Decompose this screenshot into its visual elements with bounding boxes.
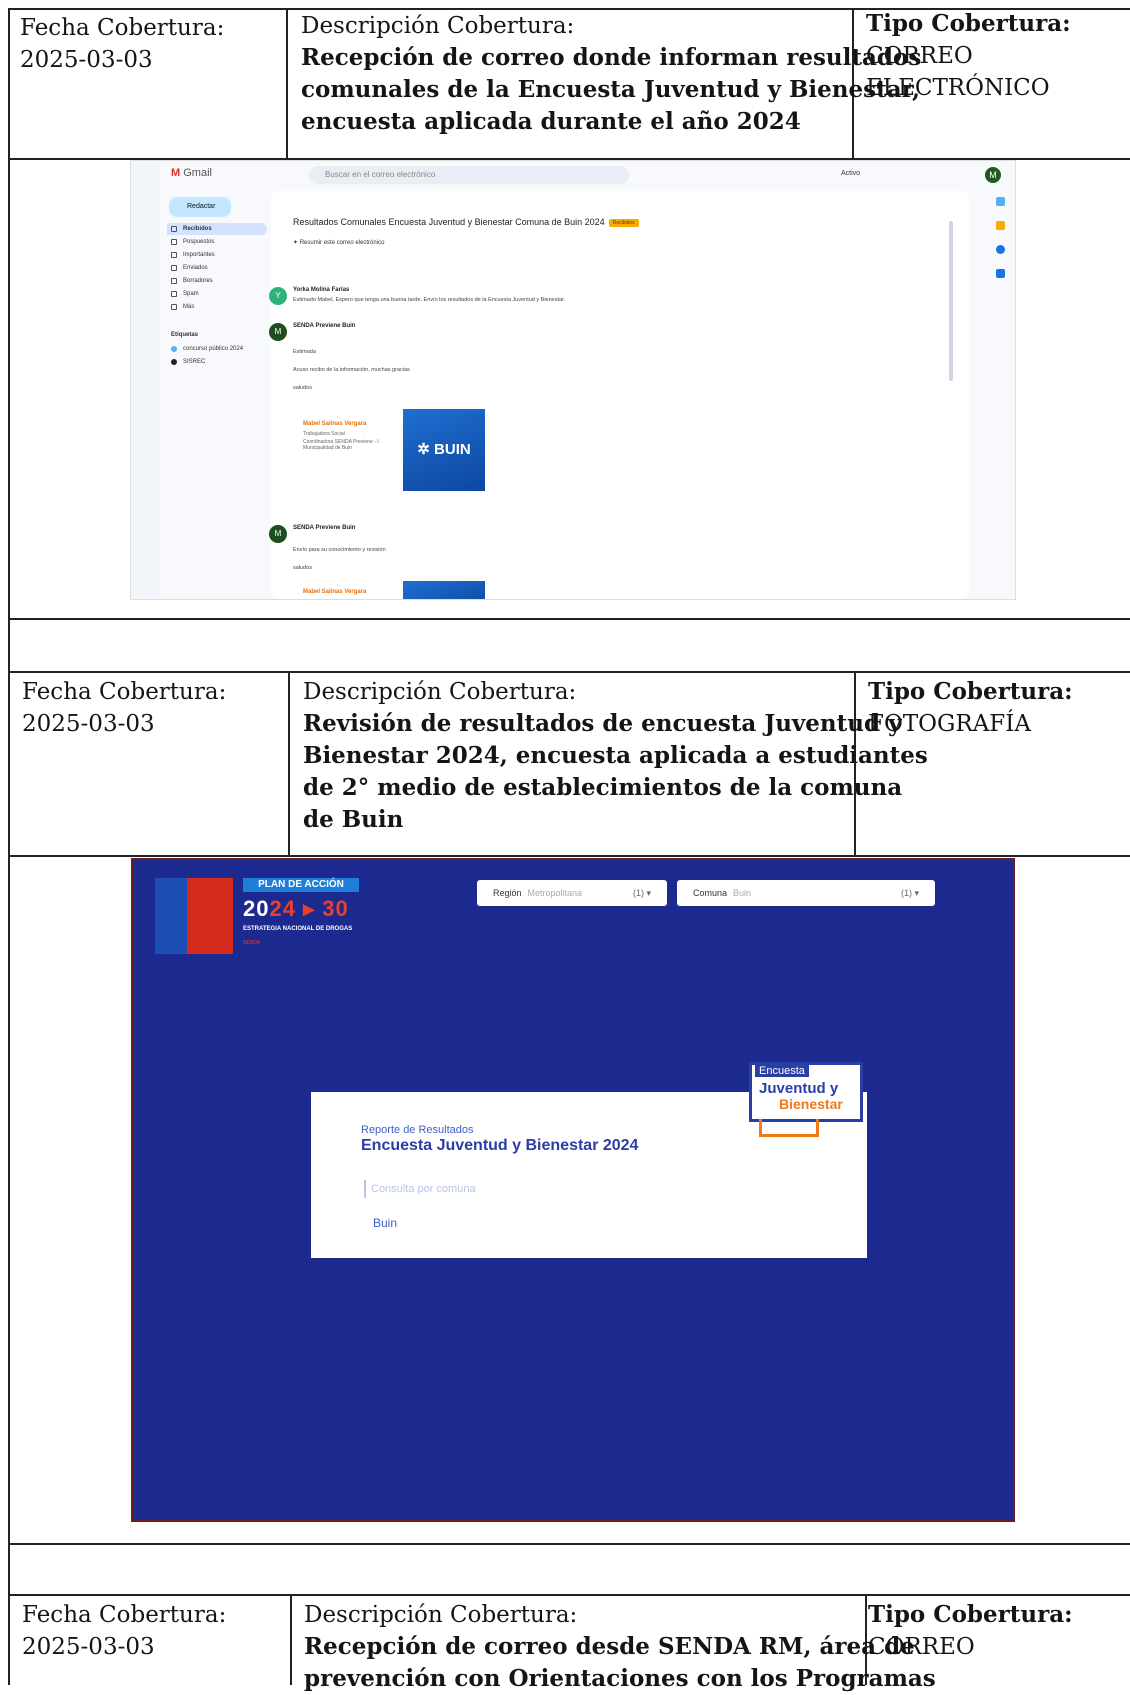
- tasks-icon[interactable]: [996, 245, 1005, 254]
- tipo-label: Tipo Cobertura:: [866, 10, 1071, 37]
- gobierno-logo: [155, 878, 187, 954]
- label-item[interactable]: SISREC: [167, 356, 267, 368]
- tipo-value: CORREO: [868, 1634, 975, 1660]
- signature-name: Mabel Salinas Vergara: [303, 421, 367, 427]
- buin-logo: [403, 581, 485, 599]
- query-bar: [364, 1180, 366, 1198]
- gmail-logo: M Gmail: [171, 167, 212, 179]
- report-kicker: Reporte de Resultados: [361, 1124, 474, 1136]
- contacts-icon[interactable]: [996, 269, 1005, 278]
- tipo-value: CORREO: [866, 43, 973, 69]
- status-badge[interactable]: Activo: [841, 170, 860, 177]
- nav-item-pospuestos[interactable]: Pospuestos: [167, 236, 267, 248]
- strategy-subtext: SENDA: [243, 940, 261, 946]
- signature-name: Mabel Salinas Vergara: [303, 589, 367, 595]
- nav-item-recibidos[interactable]: Recibidos: [167, 223, 267, 235]
- labels-heading: Etiquetas: [171, 332, 199, 338]
- fecha-value: 2025-03-03: [20, 47, 153, 73]
- descripcion-line: de 2° medio de establecimientos de la co…: [303, 774, 903, 801]
- buin-logo: ✲ BUIN: [403, 409, 485, 491]
- calendar-icon[interactable]: [996, 197, 1005, 206]
- tipo-value: ELECTRÓNICO: [866, 75, 1050, 101]
- email-subject: Resultados Comunales Encuesta Juventud y…: [293, 217, 639, 227]
- fecha-label: Fecha Cobertura:: [22, 679, 227, 705]
- message-line: saludos: [293, 565, 312, 571]
- label-badge: Recibidos: [608, 218, 639, 227]
- row2-tipo-cell: Tipo Cobertura: FOTOGRAFÍA: [868, 676, 1073, 740]
- row1-descripcion-cell: Descripción Cobertura: Recepción de corr…: [301, 10, 921, 138]
- message-line: Envío para su conocimiento y revisión: [293, 547, 386, 553]
- email-thread: Resultados Comunales Encuesta Juventud y…: [269, 191, 969, 599]
- row3-descripcion-cell: Descripción Cobertura: Recepción de corr…: [304, 1599, 936, 1695]
- descripcion-line: prevención con Orientaciones con los Pro…: [304, 1665, 936, 1692]
- plan-years: 2024 ▸ 30: [243, 896, 349, 921]
- nav-item-mas[interactable]: Más: [167, 301, 267, 313]
- nav-item-importantes[interactable]: Importantes: [167, 249, 267, 261]
- sender-name: Yorka Molina Farías: [293, 287, 350, 293]
- message-line: saludos: [293, 385, 312, 391]
- query-result[interactable]: Buin: [373, 1216, 397, 1230]
- gmail-left-rail: [131, 161, 159, 599]
- fecha-value: 2025-03-03: [22, 1634, 155, 1660]
- descripcion-line: Recepción de correo desde SENDA RM, área…: [304, 1633, 915, 1660]
- message-preview[interactable]: Estimado Mabel, Espero que tenga una bue…: [293, 297, 773, 303]
- descripcion-line: comunales de la Encuesta Juventud y Bien…: [301, 76, 921, 103]
- tipo-value: FOTOGRAFÍA: [868, 711, 1031, 737]
- descripcion-label: Descripción Cobertura:: [301, 13, 575, 39]
- label-item[interactable]: concurso público 2024: [167, 343, 267, 355]
- message-line: Estimada: [293, 349, 316, 355]
- descripcion-line: Bienestar 2024, encuesta aplicada a estu…: [303, 742, 928, 769]
- dashboard-photo: PLAN DE ACCIÓN 2024 ▸ 30 ESTRATEGIA NACI…: [131, 858, 1015, 1522]
- gmail-screenshot: M Gmail Buscar en el correo electrónico …: [130, 160, 1016, 600]
- tipo-label: Tipo Cobertura:: [868, 1601, 1073, 1628]
- fecha-label: Fecha Cobertura:: [20, 15, 225, 41]
- avatar: M: [269, 323, 287, 341]
- nav-item-enviados[interactable]: Enviados: [167, 262, 267, 274]
- nav-item-borradores[interactable]: Borradores: [167, 275, 267, 287]
- plan-accion-title: PLAN DE ACCIÓN: [243, 878, 359, 892]
- region-select[interactable]: Región Metropolitana (1) ▾: [477, 880, 667, 906]
- row1-fecha-cell: Fecha Cobertura: 2025-03-03: [20, 12, 224, 76]
- sender-name: SENDA Previene Buin: [293, 525, 356, 531]
- descripcion-line: encuesta aplicada durante el año 2024: [301, 108, 801, 135]
- report-title: Encuesta Juventud y Bienestar 2024: [361, 1137, 639, 1154]
- message-line: Acuso recibo de la información, muchas g…: [293, 367, 410, 373]
- signature-line: Trabajadora Social: [303, 431, 345, 437]
- query-label: Consulta por comuna: [371, 1183, 476, 1195]
- scrollbar[interactable]: [949, 221, 953, 381]
- encuesta-logo: Encuesta Juventud y Bienestar: [749, 1062, 867, 1154]
- row2-fecha-cell: Fecha Cobertura: 2025-03-03: [22, 676, 226, 740]
- avatar: Y: [269, 287, 287, 305]
- gobierno-logo-red: [187, 878, 233, 954]
- search-input[interactable]: Buscar en el correo electrónico: [309, 166, 629, 184]
- tipo-label: Tipo Cobertura:: [868, 678, 1073, 705]
- descripcion-line: de Buin: [303, 806, 404, 833]
- row3-fecha-cell: Fecha Cobertura: 2025-03-03: [22, 1599, 226, 1663]
- nav-item-spam[interactable]: Spam: [167, 288, 267, 300]
- row2-descripcion-cell: Descripción Cobertura: Revisión de resul…: [303, 676, 928, 836]
- row1-tipo-cell: Tipo Cobertura: CORREO ELECTRÓNICO: [866, 8, 1071, 104]
- summarize-button[interactable]: ✦ Resumir este correo electrónico: [293, 239, 384, 246]
- signature-line: Coordinadora SENDA Previene - I. Municip…: [303, 439, 380, 451]
- descripcion-label: Descripción Cobertura:: [304, 1602, 578, 1628]
- descripcion-line: Recepción de correo donde informan resul…: [301, 44, 922, 71]
- strategy-text: ESTRATEGIA NACIONAL DE DROGAS: [243, 926, 353, 932]
- gmail-right-rail: [987, 191, 1015, 599]
- sender-name: SENDA Previene Buin: [293, 323, 356, 329]
- compose-button[interactable]: Redactar: [169, 197, 231, 217]
- descripcion-line: Revisión de resultados de encuesta Juven…: [303, 710, 902, 737]
- row3-tipo-cell: Tipo Cobertura: CORREO: [868, 1599, 1073, 1663]
- fecha-label: Fecha Cobertura:: [22, 1602, 227, 1628]
- keep-icon[interactable]: [996, 221, 1005, 230]
- comuna-select[interactable]: Comuna Buin (1) ▾: [677, 880, 935, 906]
- descripcion-label: Descripción Cobertura:: [303, 679, 577, 705]
- fecha-value: 2025-03-03: [22, 711, 155, 737]
- avatar[interactable]: M: [985, 167, 1001, 183]
- avatar: M: [269, 525, 287, 543]
- gmail-top-bar: M Gmail Buscar en el correo electrónico …: [159, 161, 1015, 191]
